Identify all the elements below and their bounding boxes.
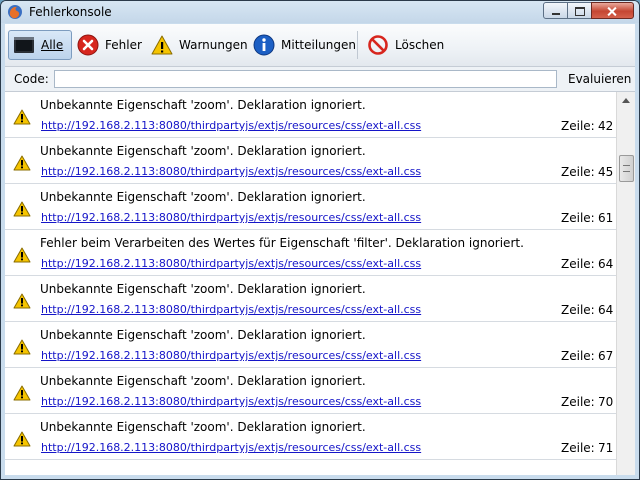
message-row[interactable]: Unbekannte Eigenschaft 'zoom'. Deklarati… — [5, 92, 616, 138]
message-row[interactable]: Unbekannte Eigenschaft 'zoom'. Deklarati… — [5, 138, 616, 184]
source-link[interactable]: http://192.168.2.113:8080/thirdpartyjs/e… — [41, 441, 421, 454]
warning-icon — [13, 293, 31, 309]
filter-messages-label: Mitteilungen — [281, 38, 356, 52]
filter-warnings-button[interactable]: Warnungen — [147, 30, 248, 60]
message-text: Unbekannte Eigenschaft 'zoom'. Deklarati… — [40, 144, 366, 158]
line-number: 64 — [598, 257, 614, 271]
filter-errors-button[interactable]: Fehler — [73, 30, 143, 60]
toolbar-separator — [357, 31, 358, 59]
line-label: Zeile: — [561, 211, 595, 225]
line-label: Zeile: — [561, 303, 595, 317]
line-label: Zeile: — [561, 395, 595, 409]
warning-icon — [13, 155, 31, 171]
clear-icon — [368, 35, 388, 55]
source-link[interactable]: http://192.168.2.113:8080/thirdpartyjs/e… — [41, 165, 421, 178]
filter-all-button[interactable]: Alle — [8, 30, 72, 60]
line-label: Zeile: — [561, 257, 595, 271]
all-messages-icon — [14, 37, 34, 53]
line-label: Zeile: — [561, 349, 595, 363]
filter-warnings-label: Warnungen — [179, 38, 248, 52]
message-row[interactable]: Unbekannte Eigenschaft 'zoom'. Deklarati… — [5, 414, 616, 460]
line-label: Zeile: — [561, 441, 595, 455]
maximize-button[interactable] — [567, 2, 592, 19]
warning-icon — [13, 201, 31, 217]
close-button[interactable] — [591, 2, 634, 19]
message-text: Unbekannte Eigenschaft 'zoom'. Deklarati… — [40, 328, 366, 342]
message-text: Unbekannte Eigenschaft 'zoom'. Deklarati… — [40, 282, 366, 296]
code-input[interactable] — [54, 70, 557, 88]
filter-errors-label: Fehler — [105, 38, 142, 52]
warning-icon — [13, 247, 31, 263]
code-bar: Code: Evaluieren — [5, 67, 635, 92]
source-link[interactable]: http://192.168.2.113:8080/thirdpartyjs/e… — [41, 395, 421, 408]
message-text: Unbekannte Eigenschaft 'zoom'. Deklarati… — [40, 98, 366, 112]
console-body: Alle Fehler Warnungen Mitteilungen Lösch… — [5, 24, 635, 475]
line-number: 67 — [598, 349, 614, 363]
message-row[interactable]: Unbekannte Eigenschaft 'zoom'. Deklarati… — [5, 184, 616, 230]
title-bar[interactable]: Fehlerkonsole — [1, 1, 639, 23]
vertical-scrollbar[interactable] — [616, 92, 635, 475]
line-number: 42 — [598, 119, 614, 133]
filter-all-label: Alle — [41, 38, 64, 52]
toolbar: Alle Fehler Warnungen Mitteilungen Lösch… — [5, 24, 635, 67]
window-title: Fehlerkonsole — [29, 5, 112, 19]
message-text: Fehler beim Verarbeiten des Wertes für E… — [40, 236, 524, 250]
source-link[interactable]: http://192.168.2.113:8080/thirdpartyjs/e… — [41, 211, 421, 224]
message-row[interactable]: Fehler beim Verarbeiten des Wertes für E… — [5, 230, 616, 276]
error-icon — [77, 34, 99, 56]
source-link[interactable]: http://192.168.2.113:8080/thirdpartyjs/e… — [41, 303, 421, 316]
code-label: Code: — [14, 72, 49, 86]
warning-icon — [13, 431, 31, 447]
warning-icon — [13, 339, 31, 355]
source-link[interactable]: http://192.168.2.113:8080/thirdpartyjs/e… — [41, 119, 421, 132]
line-number: 61 — [598, 211, 614, 225]
console-window: Fehlerkonsole Alle Fehler Warnungen Mitt… — [0, 0, 640, 480]
line-label: Zeile: — [561, 165, 595, 179]
message-row[interactable]: Unbekannte Eigenschaft 'zoom'. Deklarati… — [5, 368, 616, 414]
evaluate-button[interactable]: Evaluieren — [568, 72, 631, 86]
line-number: 71 — [598, 441, 614, 455]
message-row[interactable]: Unbekannte Eigenschaft 'zoom'. Deklarati… — [5, 276, 616, 322]
scroll-thumb[interactable] — [619, 155, 634, 182]
message-text: Unbekannte Eigenschaft 'zoom'. Deklarati… — [40, 420, 366, 434]
scroll-up-arrow[interactable] — [617, 92, 635, 109]
message-row[interactable]: Unbekannte Eigenschaft 'zoom'. Deklarati… — [5, 322, 616, 368]
message-text: Unbekannte Eigenschaft 'zoom'. Deklarati… — [40, 374, 366, 388]
line-number: 64 — [598, 303, 614, 317]
firefox-icon — [8, 5, 22, 19]
minimize-button[interactable] — [543, 2, 568, 19]
message-list[interactable]: Unbekannte Eigenschaft 'zoom'. Deklarati… — [5, 92, 616, 475]
warning-icon — [13, 385, 31, 401]
source-link[interactable]: http://192.168.2.113:8080/thirdpartyjs/e… — [41, 349, 421, 362]
info-icon — [253, 34, 275, 56]
source-link[interactable]: http://192.168.2.113:8080/thirdpartyjs/e… — [41, 257, 421, 270]
line-label: Zeile: — [561, 119, 595, 133]
clear-button[interactable]: Löschen — [363, 30, 445, 60]
line-number: 45 — [598, 165, 614, 179]
warning-icon — [151, 35, 173, 55]
filter-messages-button[interactable]: Mitteilungen — [249, 30, 356, 60]
warning-icon — [13, 109, 31, 125]
message-text: Unbekannte Eigenschaft 'zoom'. Deklarati… — [40, 190, 366, 204]
clear-label: Löschen — [395, 38, 445, 52]
line-number: 70 — [598, 395, 614, 409]
